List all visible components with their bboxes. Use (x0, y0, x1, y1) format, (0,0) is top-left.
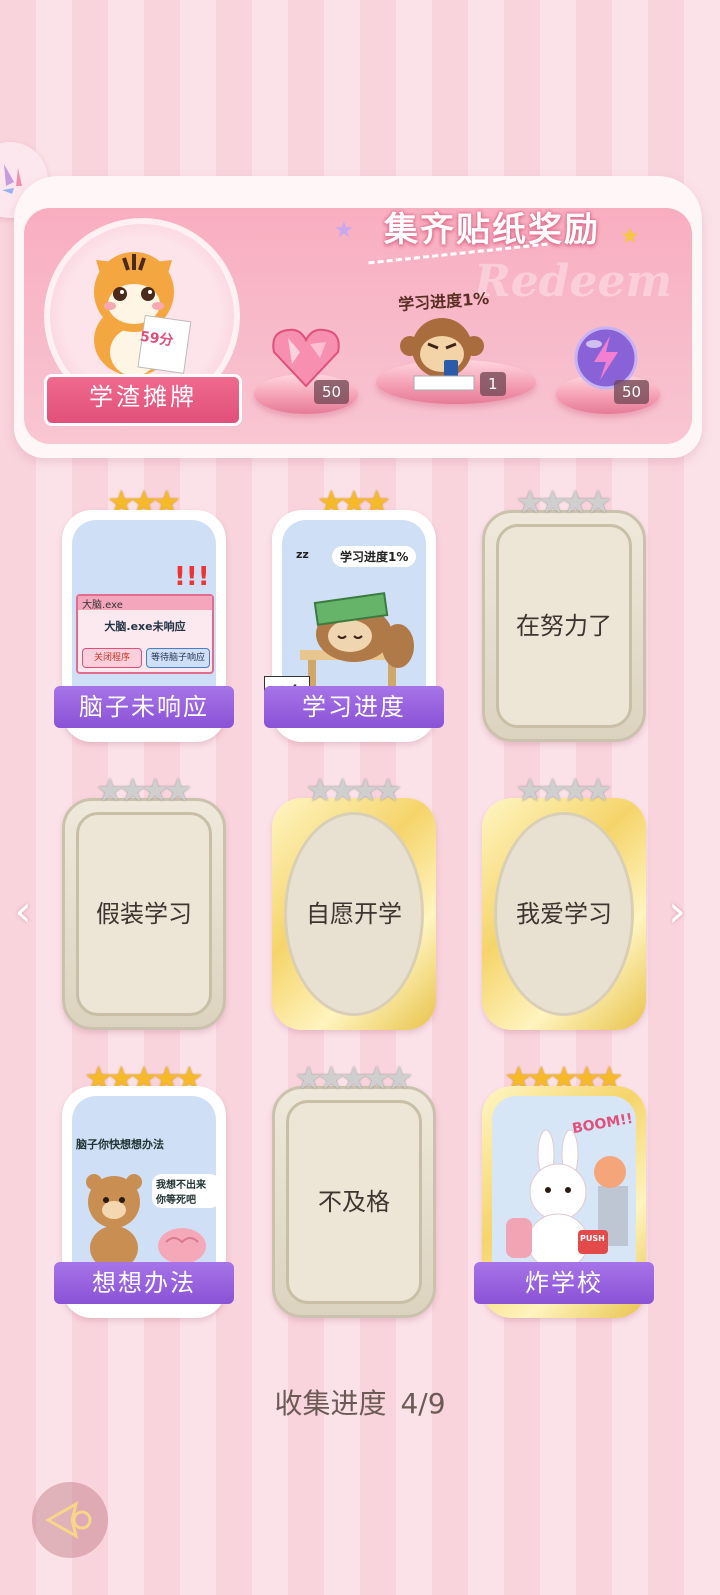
bear-and-brain-icon (86, 1174, 206, 1270)
collection-progress-value: 4/9 (400, 1387, 446, 1420)
card-label: 想想办法 (54, 1262, 234, 1304)
card-label: 自愿开学 (306, 900, 402, 928)
card-label: 学习进度 (264, 686, 444, 728)
sparkle-star-icon: ★ (334, 218, 354, 243)
next-page-arrow[interactable]: › (660, 888, 694, 936)
dialog-button: 关闭程序 (82, 648, 142, 668)
reward-qty-badge: 1 (480, 372, 506, 396)
star-rating: ★★★★ (515, 483, 613, 521)
card-label: 脑子未响应 (54, 686, 234, 728)
sparkle-star-icon: ★ (620, 224, 640, 249)
speech-caption: 脑子你快想想办法 (76, 1138, 164, 1151)
sticker-card-locked[interactable]: ★★★★ 在努力了 (482, 483, 646, 742)
star-rating: ★★★★ (95, 771, 193, 809)
reward-qty-badge: 50 (314, 380, 350, 404)
card-label: 炸学校 (474, 1262, 654, 1304)
star-rating: ★★★★ (305, 771, 403, 809)
card-label: 我爱学习 (516, 900, 612, 928)
sticker-card-locked[interactable]: ★★★★ 自愿开学 (272, 771, 436, 1030)
sticker-card-locked[interactable]: ★★★★ 假装学习 (62, 771, 226, 1030)
redeem-watermark: Redeem (474, 256, 672, 307)
reward-qty-badge: 50 (614, 380, 650, 404)
previous-page-arrow[interactable]: ‹ (6, 888, 40, 936)
sticker-card[interactable]: ★★★★★ BOOM!! PUSH 炸学校 (474, 1059, 654, 1318)
card-label: 假装学习 (96, 900, 192, 928)
sleeping-sloth-icon (300, 592, 414, 690)
player-title-badge: 学渣摊牌 (44, 374, 242, 426)
card-label: 在努力了 (516, 612, 612, 640)
collection-progress-label: 收集进度 (274, 1387, 387, 1420)
back-button[interactable] (32, 1482, 108, 1558)
tiger-avatar-icon (94, 252, 192, 376)
exclamation-icon: !!! (174, 562, 210, 592)
speech-bubble: 学习进度1% (332, 546, 417, 567)
star-rating: ★★★★ (515, 771, 613, 809)
back-arrow-icon (44, 1500, 92, 1540)
sleep-zz: zz (296, 548, 309, 561)
sticker-card-locked[interactable]: ★★★★★ 不及格 (272, 1059, 436, 1318)
monkey-sticker-icon[interactable] (398, 310, 488, 394)
dialog-title: 大脑.exe (78, 596, 212, 611)
sticker-card[interactable]: ★★★ 学习进度1% zz +4 学习进度 (264, 483, 444, 742)
sticker-card[interactable]: ★★★ !!! 大脑.exe 大脑.exe未响应 关闭程序 等待脑子响应 脑子未… (54, 483, 234, 742)
bunny-with-detonator-icon (506, 1129, 628, 1271)
sticker-card-locked[interactable]: ★★★★ 我爱学习 (482, 771, 646, 1030)
collection-progress: 收集进度 4/9 (0, 1382, 720, 1422)
dialog-message: 大脑.exe未响应 (104, 620, 186, 633)
push-button-text: PUSH (580, 1234, 605, 1243)
star-rating: ★★★★★ (294, 1059, 414, 1097)
sticker-card[interactable]: ★★★★★ 脑子你快想想办法 我想不出来 你等死吧 想想办法 (54, 1059, 234, 1318)
error-dialog: 大脑.exe 大脑.exe未响应 关闭程序 等待脑子响应 (76, 594, 214, 674)
dialog-button: 等待脑子响应 (146, 648, 210, 668)
card-label: 不及格 (318, 1188, 390, 1216)
